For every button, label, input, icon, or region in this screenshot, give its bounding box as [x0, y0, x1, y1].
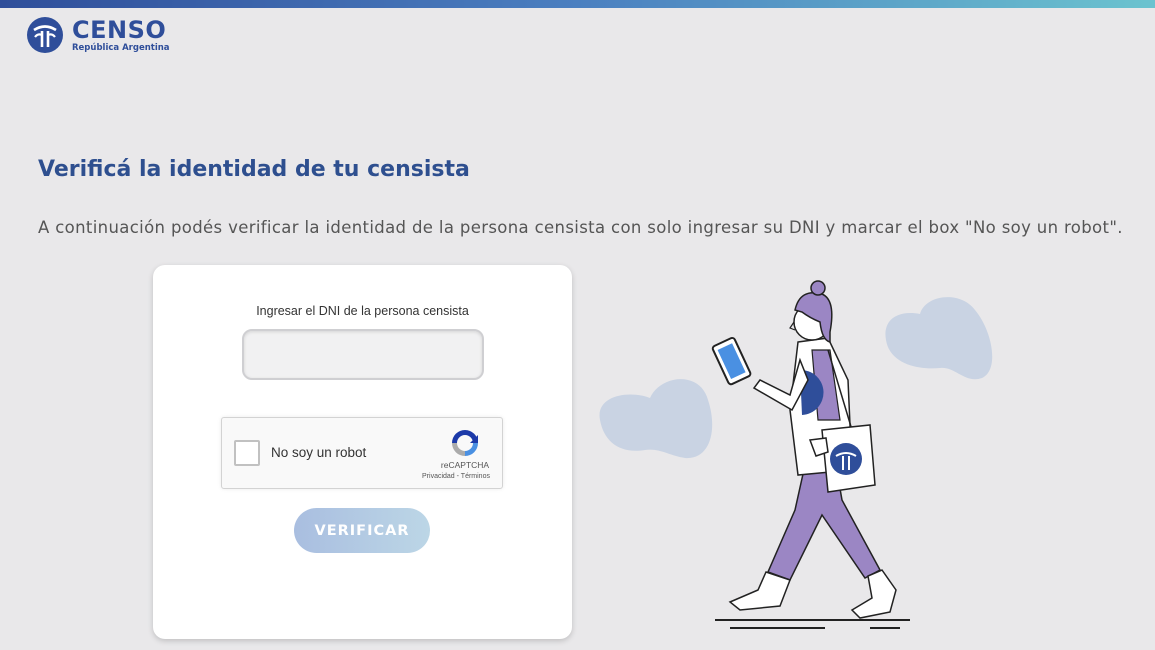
top-accent-bar: [0, 0, 1155, 8]
verification-card: Ingresar el DNI de la persona censista N…: [153, 265, 572, 639]
brand-name: CENSO: [72, 15, 167, 44]
recaptcha-brand: reCAPTCHA: [440, 460, 490, 470]
recaptcha-checkbox[interactable]: [234, 440, 260, 466]
bag-emblem: [830, 443, 862, 475]
recaptcha-icon: [452, 430, 478, 456]
recaptcha-label: No soy un robot: [271, 445, 367, 460]
dni-label: Ingresar el DNI de la persona censista: [256, 304, 469, 318]
verify-button[interactable]: VERIFICAR: [294, 508, 430, 553]
blob-right: [885, 297, 993, 380]
recaptcha-widget: No soy un robot reCAPTCHA Privacidad - T…: [221, 417, 503, 489]
hair-bun: [810, 280, 826, 296]
dni-input[interactable]: [242, 329, 484, 380]
page-title: Verificá la identidad de tu censista: [38, 157, 470, 182]
censo-logo[interactable]: CENSO República Argentina: [26, 16, 170, 54]
recaptcha-links[interactable]: Privacidad - Términos: [412, 473, 500, 480]
shoe-right: [850, 569, 897, 619]
censo-emblem-icon: [27, 17, 63, 53]
censista-illustration: [599, 280, 993, 629]
shoe-left: [728, 571, 791, 611]
page-description: A continuación podés verificar la identi…: [38, 218, 1123, 237]
blob-left: [599, 379, 713, 459]
brand-subtitle: República Argentina: [72, 42, 170, 53]
